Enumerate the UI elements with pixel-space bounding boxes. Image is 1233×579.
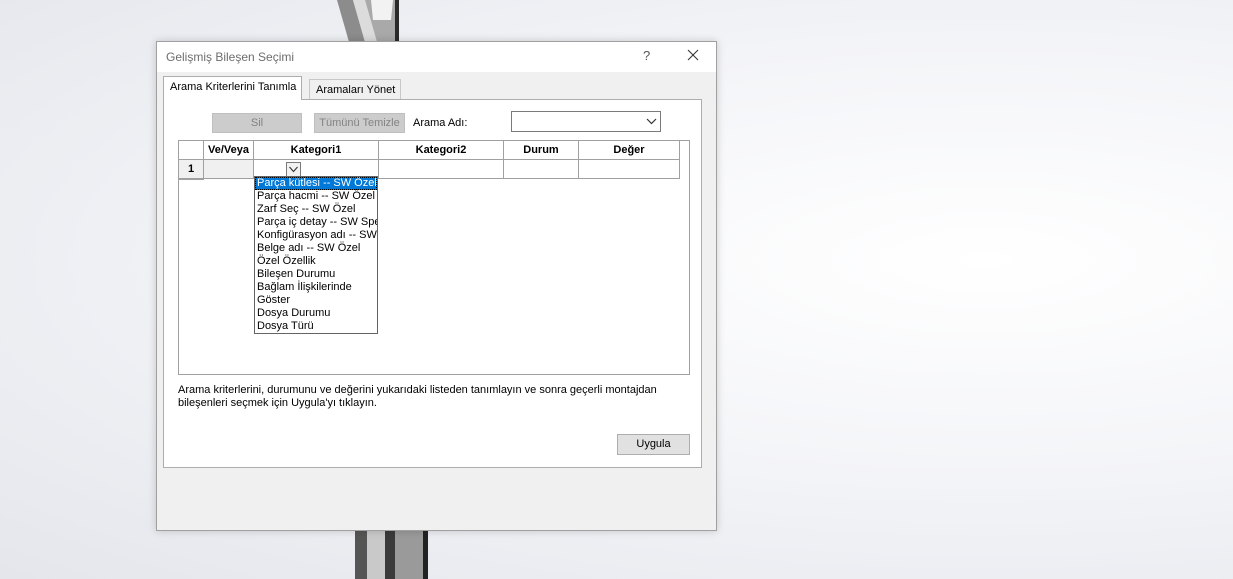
close-icon[interactable] bbox=[685, 47, 701, 63]
model-part-top bbox=[337, 0, 399, 42]
row-divider bbox=[179, 179, 204, 180]
cell-and-or[interactable] bbox=[204, 160, 254, 179]
tab-panel-define-criteria: Sil Tümünü Temizle Arama Adı: Ve/Veya Ka… bbox=[163, 99, 702, 468]
category1-dropdown-list[interactable]: Parça kütlesi -- SW Özel Parça hacmi -- … bbox=[254, 176, 378, 334]
dropdown-option[interactable]: Bileşen Durumu bbox=[255, 268, 377, 281]
dropdown-option[interactable]: Zarf Seç -- SW Özel bbox=[255, 203, 377, 216]
dropdown-option[interactable]: Konfigürasyon adı -- SW bbox=[255, 229, 377, 242]
dropdown-option[interactable]: Parça iç detay -- SW Spe bbox=[255, 216, 377, 229]
instructions-text: Arama kriterlerini, durumunu ve değerini… bbox=[178, 384, 657, 409]
advanced-component-selection-dialog: Gelişmiş Bileşen Seçimi ? Arama Kriterle… bbox=[156, 41, 717, 531]
clear-all-button[interactable]: Tümünü Temizle bbox=[314, 113, 405, 133]
chevron-down-icon bbox=[646, 118, 657, 125]
dialog-title: Gelişmiş Bileşen Seçimi bbox=[166, 50, 295, 64]
help-button[interactable]: ? bbox=[643, 48, 650, 63]
cell-status[interactable] bbox=[504, 160, 579, 179]
column-header-category2: Kategori2 bbox=[379, 141, 504, 160]
grid-corner-header bbox=[179, 141, 204, 160]
apply-button[interactable]: Uygula bbox=[617, 434, 690, 455]
dropdown-option[interactable]: Parça kütlesi -- SW Özel bbox=[255, 177, 377, 190]
search-name-label: Arama Adı: bbox=[413, 117, 468, 129]
column-header-category1: Kategori1 bbox=[254, 141, 379, 160]
dropdown-option[interactable]: Belge adı -- SW Özel bbox=[255, 242, 377, 255]
search-name-combobox[interactable] bbox=[511, 111, 661, 132]
delete-button[interactable]: Sil bbox=[212, 113, 302, 133]
cell-category2[interactable] bbox=[379, 160, 504, 179]
dropdown-option[interactable]: Dosya Durumu bbox=[255, 307, 377, 320]
column-header-status: Durum bbox=[504, 141, 579, 160]
tab-define-search-criteria[interactable]: Arama Kriterlerini Tanımla bbox=[163, 76, 303, 100]
row-number: 1 bbox=[179, 160, 204, 179]
model-part-bottom bbox=[355, 531, 428, 579]
chevron-down-icon bbox=[289, 166, 298, 173]
dropdown-option[interactable]: Özel Özellik bbox=[255, 255, 377, 268]
dropdown-option[interactable]: Dosya Türü bbox=[255, 320, 377, 333]
tab-manage-searches[interactable]: Aramaları Yönet bbox=[309, 79, 402, 100]
category1-dropdown-button[interactable] bbox=[286, 162, 301, 177]
dropdown-option[interactable]: Parça hacmi -- SW Özel bbox=[255, 190, 377, 203]
column-header-value: Değer bbox=[579, 141, 680, 160]
dropdown-option[interactable]: Bağlam İlişkilerinde bbox=[255, 281, 377, 294]
cell-value[interactable] bbox=[579, 160, 680, 179]
dropdown-option[interactable]: Göster bbox=[255, 294, 377, 307]
dialog-titlebar: Gelişmiş Bileşen Seçimi ? bbox=[157, 42, 716, 72]
column-header-and-or: Ve/Veya bbox=[204, 141, 254, 160]
